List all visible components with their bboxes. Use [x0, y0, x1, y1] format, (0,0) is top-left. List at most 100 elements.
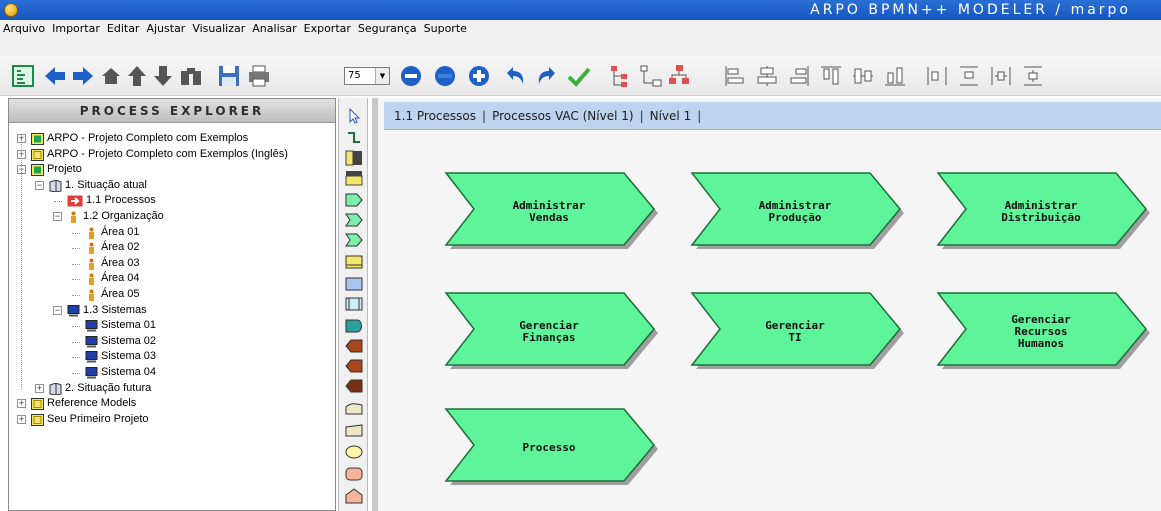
align-right-icon[interactable]	[786, 63, 812, 89]
menu-visualizar[interactable]: Visualizar	[189, 20, 249, 35]
tree-item[interactable]: Área 03	[9, 256, 329, 272]
undo-icon[interactable]	[502, 63, 528, 89]
pentagon-icon[interactable]	[345, 488, 363, 504]
breadcrumb-item-nivel[interactable]: Nível 1	[650, 109, 692, 123]
zoom-fit-icon[interactable]	[432, 63, 458, 89]
align-center-icon[interactable]	[754, 63, 780, 89]
ellipse-icon[interactable]	[345, 444, 363, 460]
tree-item[interactable]: Área 02	[9, 240, 329, 256]
tree-item[interactable]: − 1. Situação atual	[9, 178, 329, 194]
expand-icon[interactable]: +	[17, 399, 26, 409]
tree-layout-icon[interactable]	[608, 63, 634, 89]
tree-item[interactable]: Área 04	[9, 271, 329, 287]
collapse-icon[interactable]: −	[53, 212, 62, 221]
zoom-out-icon[interactable]	[398, 63, 424, 89]
tree-item[interactable]: Sistema 03	[9, 349, 329, 365]
arrow-right-icon[interactable]	[70, 63, 96, 89]
binoculars-icon[interactable]	[178, 63, 204, 89]
arrow-down-icon[interactable]	[150, 63, 176, 89]
process-shape[interactable]: Administrar Produção	[690, 171, 908, 253]
process-shape[interactable]: Gerenciar Finanças	[444, 291, 662, 373]
tree-item[interactable]: +2. Situação futura	[9, 381, 329, 397]
tree-connector	[72, 373, 80, 374]
rectangle-icon[interactable]	[345, 276, 363, 292]
note-icon[interactable]	[345, 254, 363, 270]
process-shape[interactable]: Administrar Distribuição	[936, 171, 1154, 253]
tree-item[interactable]: 1.1 Processos	[9, 193, 329, 209]
menu-suporte[interactable]: Suporte	[421, 20, 471, 35]
arrow-left-icon[interactable]	[42, 63, 68, 89]
zoom-select[interactable]: 75 ▼	[344, 67, 390, 85]
menu-seguranca[interactable]: Segurança	[355, 20, 421, 35]
breadcrumb-item-processos[interactable]: 1.1 Processos	[394, 109, 476, 123]
tree-item-label: 1.3 Sistemas	[83, 303, 147, 316]
collapse-icon[interactable]: −	[35, 180, 44, 190]
align-left-icon[interactable]	[722, 63, 748, 89]
tree-item[interactable]: − 1.2 Organização	[9, 209, 329, 225]
tree-connector	[72, 263, 80, 265]
manual-input-icon[interactable]	[345, 400, 363, 416]
tree-item[interactable]: Sistema 02	[9, 334, 329, 350]
app-globe-icon[interactable]	[4, 3, 18, 17]
process-shape[interactable]: Gerenciar Recursos Humanos	[936, 291, 1154, 373]
process-shape[interactable]: Gerenciar TI	[690, 291, 908, 373]
menu-editar[interactable]: Editar	[104, 20, 144, 35]
menu-analisar[interactable]: Analisar	[249, 20, 300, 35]
align-bottom-icon[interactable]	[882, 63, 908, 89]
home-icon[interactable]	[98, 63, 124, 89]
chevron-down-icon[interactable]: ▼	[375, 68, 389, 84]
title-bar: ARPO BPMN++ MODELER / marpo	[0, 0, 1161, 20]
process-shape[interactable]: Administrar Vendas	[444, 171, 662, 253]
tree-connector	[72, 279, 80, 281]
manual-input-alt-icon[interactable]	[345, 422, 363, 438]
computer-icon	[85, 320, 98, 332]
rounded-rect-icon[interactable]	[345, 466, 363, 482]
tree-item[interactable]: + Reference Models	[9, 396, 329, 412]
tree-item[interactable]: + ARPO - Projeto Completo com Exemplos	[9, 131, 329, 147]
card-left-icon[interactable]	[345, 338, 363, 354]
process-shape[interactable]: Processo	[444, 407, 662, 489]
align-middle-icon[interactable]	[850, 63, 876, 89]
arrow-up-icon[interactable]	[124, 63, 150, 89]
display-icon[interactable]	[345, 318, 363, 334]
menu-ajustar[interactable]: Ajustar	[143, 20, 189, 35]
card-left-alt-icon[interactable]	[345, 358, 363, 374]
org-chart-icon[interactable]	[666, 63, 692, 89]
menu-exportar[interactable]: Exportar	[301, 20, 355, 35]
align-top-icon[interactable]	[818, 63, 844, 89]
space-vertical-icon[interactable]	[1020, 63, 1046, 89]
pointer-tool-icon[interactable]	[345, 107, 363, 124]
process-chevron-alt-icon[interactable]	[345, 232, 363, 248]
print-icon[interactable]	[246, 63, 272, 89]
tree-item[interactable]: Sistema 04	[9, 365, 329, 381]
process-arrow-icon[interactable]	[345, 192, 363, 208]
hierarchy-icon[interactable]	[638, 63, 664, 89]
expand-icon[interactable]: +	[35, 383, 44, 393]
tree-item[interactable]: − 1.3 Sistemas	[9, 303, 329, 319]
menu-importar[interactable]: Importar	[49, 20, 104, 35]
lane-vertical-icon[interactable]	[345, 150, 363, 166]
tree-item[interactable]: + Seu Primeiro Projeto	[9, 412, 329, 428]
tree-item[interactable]: Área 01	[9, 225, 329, 241]
distribute-horizontal-icon[interactable]	[924, 63, 950, 89]
check-icon[interactable]	[566, 63, 592, 89]
zoom-in-icon[interactable]	[466, 63, 492, 89]
space-horizontal-icon[interactable]	[988, 63, 1014, 89]
expand-icon[interactable]: +	[17, 414, 26, 424]
tree-item[interactable]: Sistema 01	[9, 318, 329, 334]
menu-arquivo[interactable]: Arquivo	[0, 20, 49, 35]
process-chevron-icon[interactable]	[345, 212, 363, 228]
save-icon[interactable]	[216, 63, 242, 89]
tree-item[interactable]: + ARPO - Projeto Completo com Exemplos (I…	[9, 147, 329, 163]
redo-icon[interactable]	[534, 63, 560, 89]
lane-horizontal-icon[interactable]	[345, 170, 363, 186]
sub-process-icon[interactable]	[345, 296, 363, 312]
tree-item[interactable]: Área 05	[9, 287, 329, 303]
explorer-toggle-icon[interactable]	[10, 63, 36, 89]
breadcrumb-item-vac[interactable]: Processos VAC (Nível 1)	[492, 109, 634, 123]
collapse-icon[interactable]: −	[53, 305, 62, 315]
distribute-vertical-icon[interactable]	[956, 63, 982, 89]
connector-tool-icon[interactable]	[345, 130, 363, 146]
card-left-dark-icon[interactable]	[345, 378, 363, 394]
tree-item[interactable]: − Projeto	[9, 162, 329, 178]
